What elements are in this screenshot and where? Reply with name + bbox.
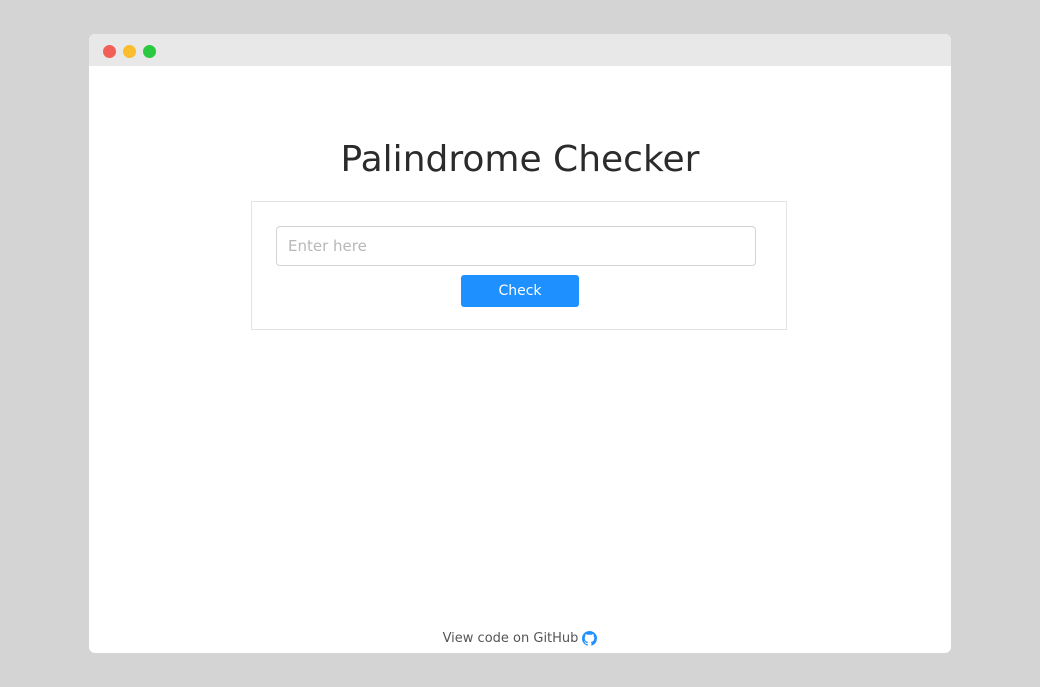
footer: View code on GitHub [89,628,951,648]
text-input[interactable] [276,226,756,266]
window-titlebar [89,34,951,66]
browser-window: Palindrome Checker Check View code on Gi… [89,34,951,653]
check-button[interactable]: Check [461,275,579,307]
github-link-label: View code on GitHub [442,630,579,646]
github-icon [582,630,598,646]
window-close-button[interactable] [103,45,116,58]
checker-card: Check [251,201,787,330]
window-maximize-button[interactable] [143,45,156,58]
page-title: Palindrome Checker [340,139,700,180]
window-minimize-button[interactable] [123,45,136,58]
github-link[interactable]: View code on GitHub [442,630,598,646]
